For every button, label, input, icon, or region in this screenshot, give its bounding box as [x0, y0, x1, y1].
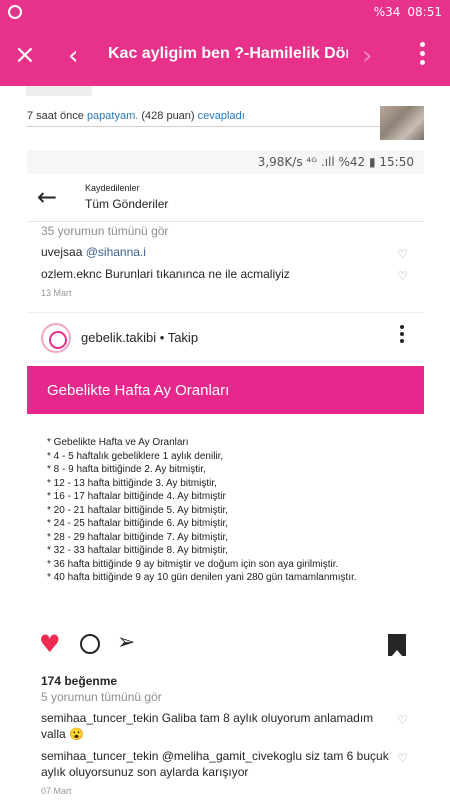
forward-icon[interactable]: › — [362, 41, 372, 71]
comment-text: @sihanna.i — [85, 245, 146, 259]
tab-stub — [26, 86, 92, 96]
send-icon: ➢ — [117, 630, 136, 655]
back-icon[interactable]: ‹ — [68, 41, 78, 71]
comment-row: semihaa_tuncer_tekin @meliha_gamit_civek… — [41, 748, 424, 780]
page-title: Kac ayligim ben ?-Hamilelik Döne... — [108, 45, 348, 62]
attached-screenshot[interactable]: 3,98K/s ⁴ᴳ .ıll %42 ▮ 15:50 ← Kaydedilen… — [27, 150, 424, 800]
app-bar: × ‹ Kac ayligim ben ?-Hamilelik Döne... … — [0, 26, 450, 86]
post-line: * 40 hafta bittiğinde 9 ay 10 gün denile… — [47, 572, 357, 583]
post-actions: ♥ ➢ — [27, 624, 424, 668]
answer-meta: 7 saat önce papatyam. (428 puan) cevapla… — [27, 110, 245, 122]
answer-user-link[interactable]: papatyam. — [87, 110, 138, 122]
user-thumbnail[interactable] — [380, 106, 424, 140]
heart-outline-icon: ♡ — [397, 269, 408, 283]
close-icon[interactable]: × — [14, 42, 36, 68]
post-header: gebelik.takibi • Takip — [27, 312, 424, 366]
post-line: * Gebelikte Hafta ve Ay Oranları — [47, 437, 189, 448]
bottom-comments: 5 yorumun tümünü gör semihaa_tuncer_teki… — [27, 690, 424, 796]
avatar — [41, 323, 71, 353]
screenshot-status-bar: 3,98K/s ⁴ᴳ .ıll %42 ▮ 15:50 — [27, 150, 424, 174]
comment-date: 07 Mart — [41, 786, 72, 796]
header-title: Tüm Gönderiler — [85, 197, 169, 211]
post-line: * 24 - 25 haftalar bittiğinde 6. Ay bitm… — [47, 518, 229, 529]
comment-user: ozlem.eknc — [41, 267, 102, 281]
comment-row: uvejsaa @sihanna.i ♡ — [41, 244, 424, 261]
post-line: * 36 hafta bittiğinde 9 ay bitmiştir ve … — [47, 558, 339, 570]
answer-time: 7 saat önce — [27, 110, 84, 122]
answer-points: (428 puan) — [141, 110, 195, 122]
bookmark-icon — [388, 634, 406, 657]
post-banner: Gebelikte Hafta Ay Oranları — [27, 366, 424, 414]
answer-action: cevapladı — [197, 110, 245, 122]
notification-icon — [8, 5, 22, 19]
comment-row: semihaa_tuncer_tekin Galiba tam 8 aylık … — [41, 710, 424, 742]
heart-filled-icon: ♥ — [39, 630, 61, 658]
view-all-comments: 5 yorumun tümünü gör — [41, 690, 162, 704]
comment-text: Burunlari tıkanınca ne ile acmaliyiz — [105, 267, 290, 281]
heart-outline-icon: ♡ — [397, 751, 408, 765]
post-line: * 8 - 9 hafta bittiğinde 2. Ay bitmiştir… — [47, 464, 206, 475]
like-count: 174 beğenme — [41, 674, 118, 688]
post-line: * 32 - 33 haftalar bittiğinde 8. Ay bitm… — [47, 545, 229, 556]
comment-user: semihaa_tuncer_tekin — [41, 749, 159, 763]
post-account: gebelik.takibi • Takip — [81, 330, 199, 345]
heart-outline-icon: ♡ — [397, 247, 408, 261]
back-arrow-icon: ← — [37, 183, 58, 211]
battery-level: %34 — [373, 5, 401, 19]
clock: 08:51 — [407, 5, 442, 19]
status-bar: %34 08:51 — [0, 0, 450, 26]
heart-outline-icon: ♡ — [397, 713, 408, 727]
top-comments: 35 yorumun tümünü gör uvejsaa @sihanna.i… — [27, 224, 424, 298]
post-body: * Gebelikte Hafta ve Ay Oranları * 4 - 5… — [27, 414, 424, 624]
post-line: * 12 - 13 hafta bittiğinde 3. Ay bitmişt… — [47, 477, 217, 489]
comment-row: ozlem.eknc Burunlari tıkanınca ne ile ac… — [41, 266, 424, 283]
overflow-menu-icon[interactable] — [420, 42, 426, 69]
divider — [27, 126, 381, 127]
status-right: %34 08:51 — [374, 5, 442, 19]
post-line: * 4 - 5 haftalık gebeliklere 1 aylık den… — [47, 450, 224, 462]
header-subtitle: Kaydedilenler — [85, 183, 140, 193]
comment-user: uvejsaa — [41, 245, 83, 259]
view-all-comments: 35 yorumun tümünü gör — [41, 224, 169, 238]
post-line: * 16 - 17 haftalar bittiğinde 4. Ay bitm… — [47, 491, 226, 502]
comment-icon — [80, 634, 100, 654]
post-line: * 20 - 21 haftalar bittiğinde 5. Ay bitm… — [47, 504, 229, 516]
screenshot-header: ← Kaydedilenler Tüm Gönderiler — [27, 174, 424, 222]
more-options-icon — [400, 325, 404, 346]
post-line: * 28 - 29 haftalar bittiğinde 7. Ay bitm… — [47, 531, 229, 543]
comment-user: semihaa_tuncer_tekin — [41, 711, 159, 725]
comment-date: 13 Mart — [41, 288, 72, 298]
